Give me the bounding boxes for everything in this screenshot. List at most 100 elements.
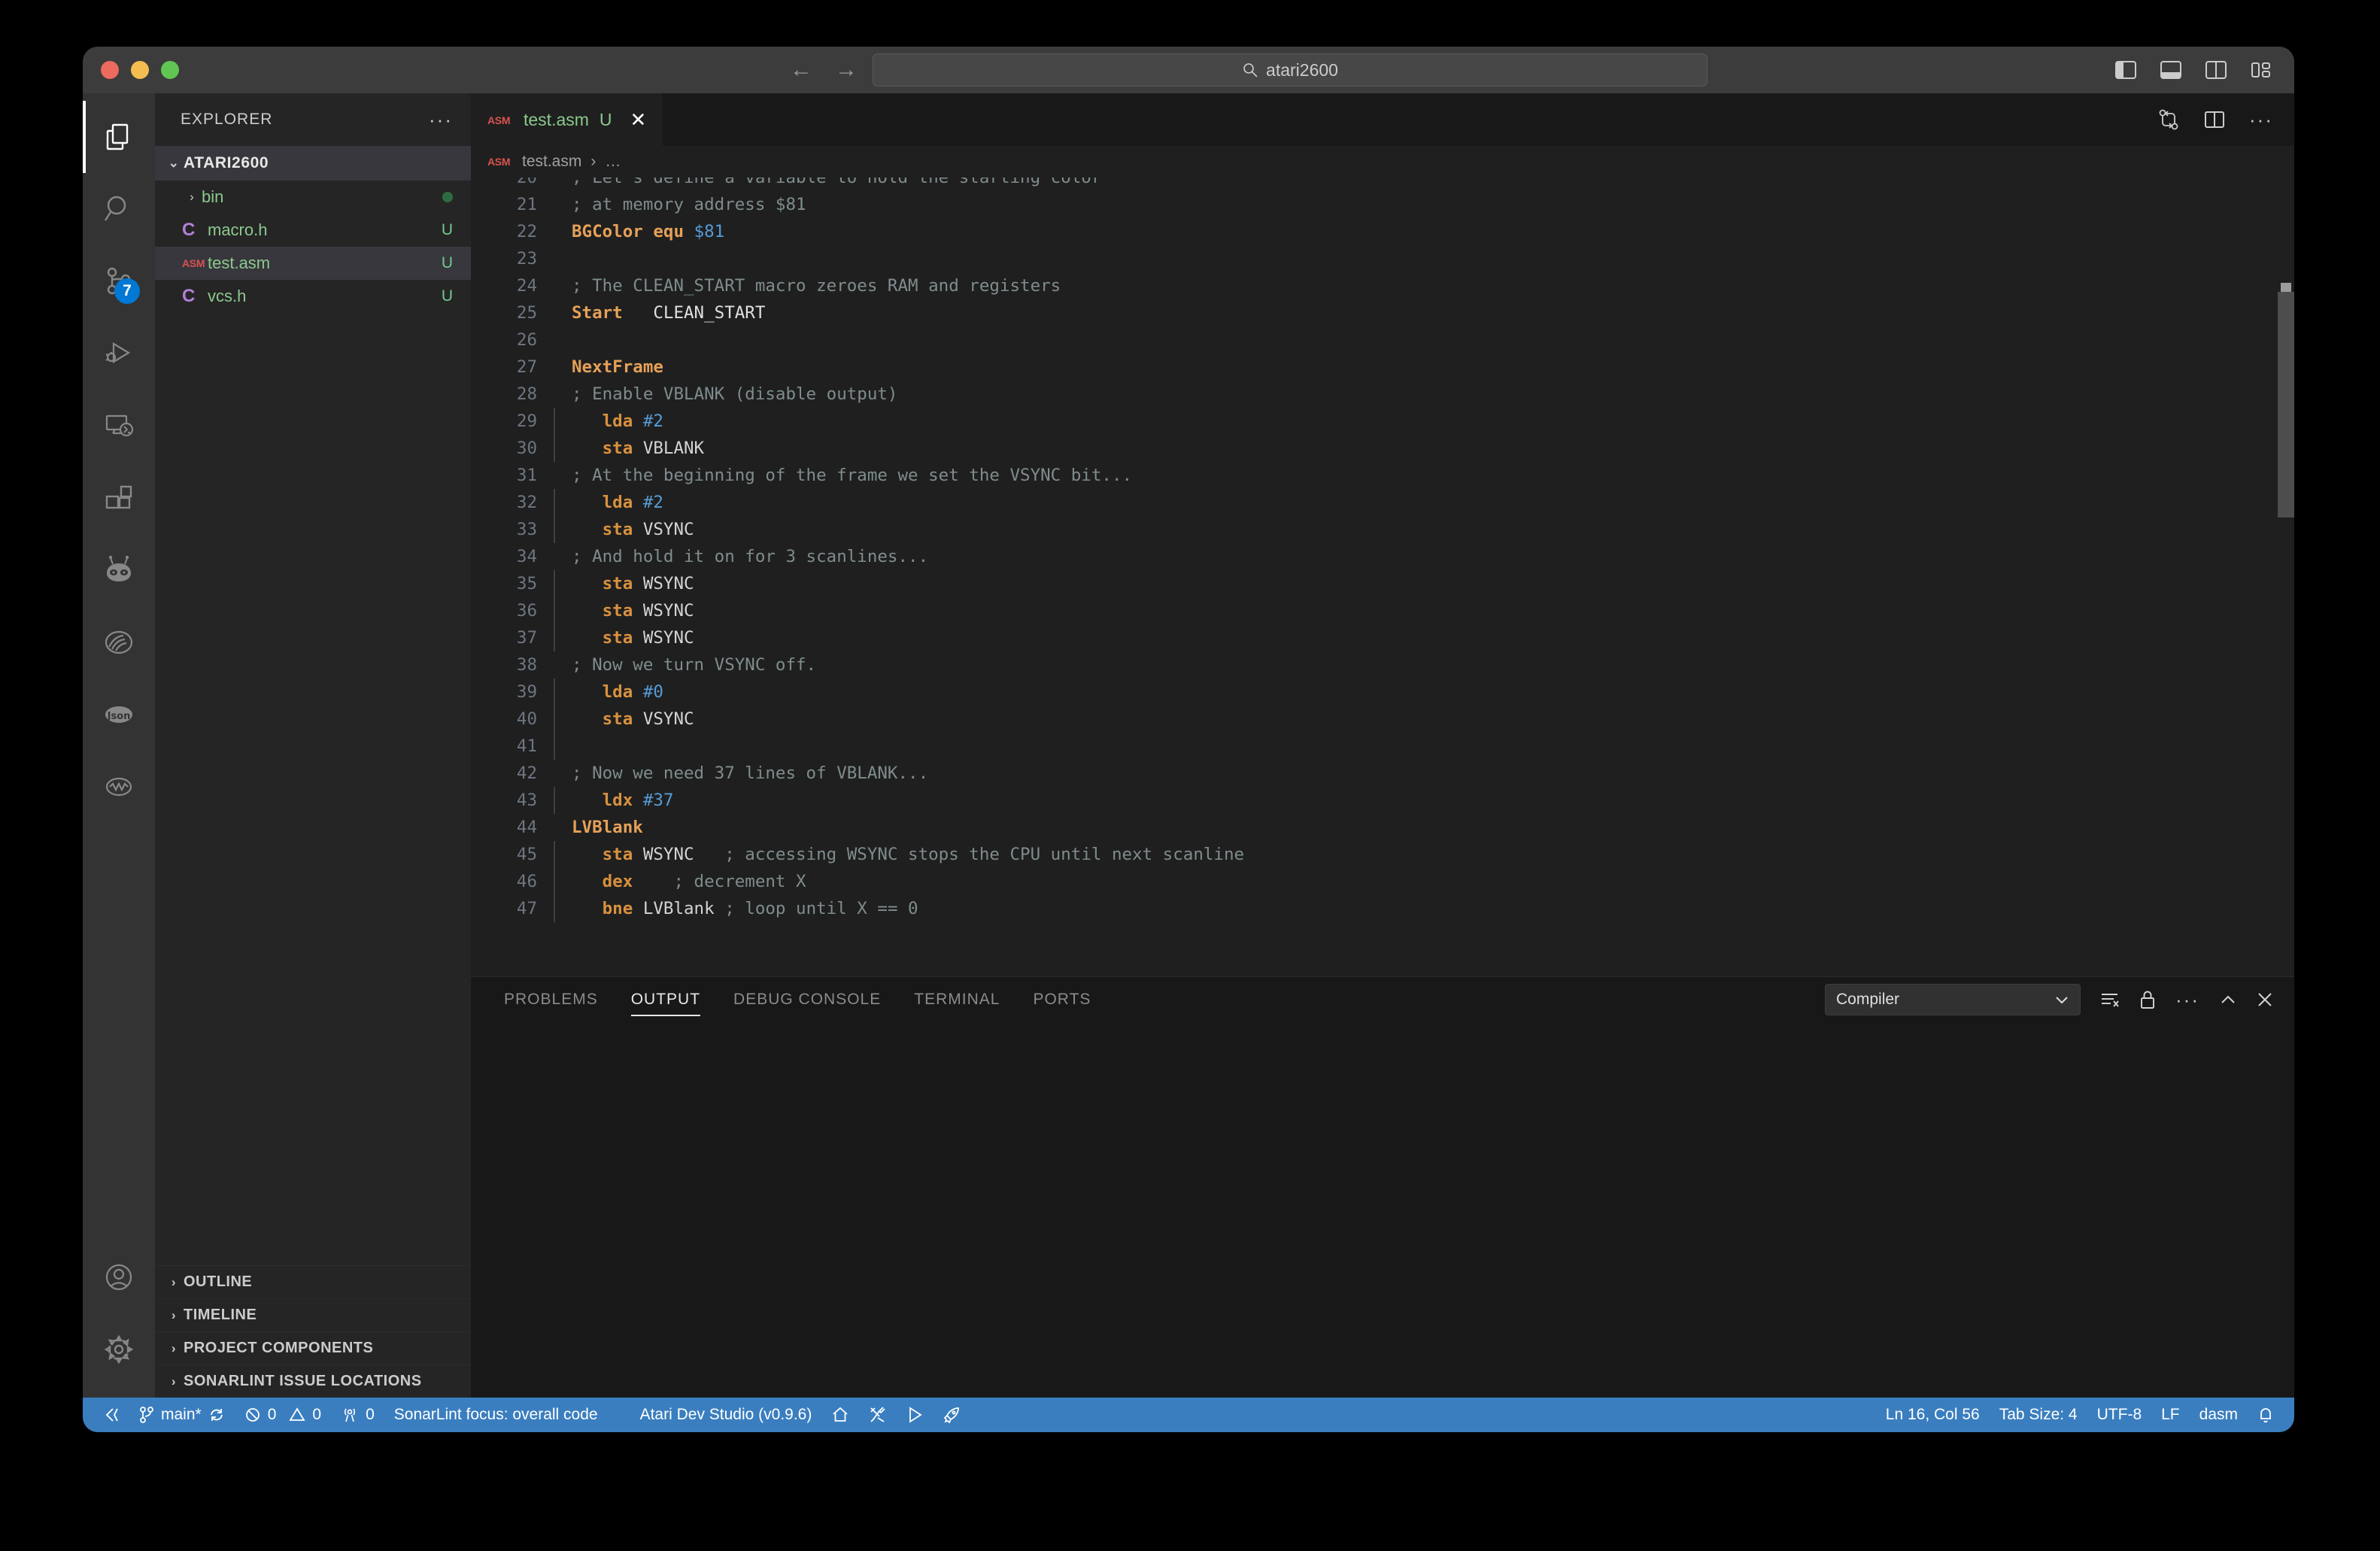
tab-test-asm[interactable]: ASM test.asm U ✕: [471, 93, 663, 146]
notifications-button[interactable]: [2248, 1398, 2284, 1432]
sidebar-item-source-control[interactable]: 7: [83, 245, 155, 317]
file-name: macro.h: [208, 220, 442, 240]
more-actions-icon[interactable]: ···: [2175, 988, 2199, 1012]
clear-output-icon[interactable]: [2100, 991, 2120, 1009]
minimize-window-button[interactable]: [131, 61, 149, 79]
go-forward-icon[interactable]: →: [835, 59, 858, 81]
code-token: ; And hold it on for 3 scanlines...: [572, 547, 928, 566]
lock-scroll-icon[interactable]: [2139, 990, 2156, 1009]
cursor-position-button[interactable]: Ln 16, Col 56: [1876, 1398, 1990, 1432]
asm-file-icon: ASM: [182, 257, 208, 269]
list-item-test-asm[interactable]: ASM test.asm U: [155, 247, 471, 280]
panel-tab-terminal[interactable]: TERMINAL: [914, 977, 1000, 1022]
sync-icon[interactable]: [208, 1407, 225, 1423]
scrollbar-marker: [2281, 283, 2291, 292]
sidebar-item-live-share[interactable]: [83, 606, 155, 678]
git-branch-button[interactable]: main*: [129, 1398, 235, 1432]
warning-count: 0: [312, 1406, 321, 1424]
indent-guide: [554, 326, 555, 354]
code-token: ; loop until X == 0: [715, 899, 918, 918]
problems-button[interactable]: 0 0: [235, 1398, 331, 1432]
explorer-sidebar: EXPLORER ··· ⌄ ATARI2600 › bin C macro.h…: [155, 93, 471, 1398]
output-channel-select[interactable]: Compiler: [1825, 984, 2081, 1015]
sidebar-item-sonarlint[interactable]: [83, 534, 155, 606]
sidebar-section-timeline[interactable]: › TIMELINE: [155, 1298, 471, 1331]
maximize-window-button[interactable]: [161, 61, 179, 79]
settings-button[interactable]: [83, 1313, 155, 1386]
error-count: 0: [268, 1406, 277, 1424]
eol-button[interactable]: LF: [2151, 1398, 2190, 1432]
list-item-vcs-h[interactable]: C vcs.h U: [155, 280, 471, 313]
breadcrumb-file[interactable]: test.asm: [522, 153, 581, 171]
sidebar-item-explorer[interactable]: [83, 101, 155, 173]
atari-run-button[interactable]: [897, 1398, 933, 1432]
code-token: Start: [572, 303, 623, 323]
accounts-button[interactable]: [83, 1241, 155, 1313]
sidebar-item-search[interactable]: [83, 173, 155, 245]
tab-size-button[interactable]: Tab Size: 4: [1990, 1398, 2087, 1432]
panel-tab-ports[interactable]: PORTS: [1033, 977, 1091, 1022]
toggle-panel-icon[interactable]: [2160, 61, 2181, 79]
code-editor[interactable]: 20; Let's define a variable to hold the …: [471, 178, 2294, 976]
code-text: ; Let's define a variable to hold the st…: [555, 178, 1101, 191]
toggle-primary-sidebar-icon[interactable]: [2115, 61, 2136, 79]
panel-tab-output[interactable]: OUTPUT: [631, 977, 700, 1022]
code-text: BGColor equ $81: [555, 218, 724, 245]
sidebar-section-outline[interactable]: › OUTLINE: [155, 1265, 471, 1298]
sidebar-item-audio-tools[interactable]: [83, 751, 155, 823]
editor-scrollbar[interactable]: [2278, 178, 2294, 976]
code-line: 32 lda #2: [471, 489, 2294, 516]
status-bar: main* 0 0: [83, 1398, 2294, 1432]
line-number: 25: [471, 299, 554, 326]
atari-tools-button[interactable]: [859, 1398, 897, 1432]
breadcrumb-more[interactable]: …: [605, 153, 621, 171]
command-center[interactable]: atari2600: [873, 53, 1708, 87]
atari-rocket-button[interactable]: [933, 1398, 970, 1432]
project-folder-row[interactable]: ⌄ ATARI2600: [155, 146, 471, 181]
line-number: 43: [471, 787, 554, 814]
chevron-right-icon: ›: [164, 1308, 184, 1323]
asm-file-icon: ASM: [487, 114, 513, 126]
code-line: 36 sta WSYNC: [471, 597, 2294, 624]
atari-home-button[interactable]: [821, 1398, 859, 1432]
code-text: sta WSYNC ; accessing WSYNC stops the CP…: [555, 841, 1244, 868]
remote-window-button[interactable]: [93, 1398, 129, 1432]
atari-dev-studio-label[interactable]: Atari Dev Studio (v0.9.6): [630, 1398, 822, 1432]
close-window-button[interactable]: [101, 61, 119, 79]
code-line: 47 bne LVBlank ; loop until X == 0: [471, 895, 2294, 922]
panel-tab-debug-console[interactable]: DEBUG CONSOLE: [733, 977, 881, 1022]
sidebar-item-extensions[interactable]: [83, 462, 155, 534]
toggle-secondary-sidebar-icon[interactable]: [2205, 61, 2227, 79]
sidebar-item-run-and-debug[interactable]: [83, 317, 155, 390]
scrollbar-thumb[interactable]: [2278, 292, 2294, 518]
list-item-bin[interactable]: › bin: [155, 181, 471, 214]
line-number: 28: [471, 381, 554, 408]
encoding-button[interactable]: UTF-8: [2087, 1398, 2152, 1432]
radio-tower-button[interactable]: 0: [331, 1398, 384, 1432]
panel-tab-problems[interactable]: PROBLEMS: [504, 977, 598, 1022]
sidebar-more-actions-icon[interactable]: ···: [429, 108, 453, 132]
compare-changes-icon[interactable]: [2157, 108, 2180, 131]
code-token: ; Now we turn VSYNC off.: [572, 655, 816, 675]
close-panel-icon[interactable]: [2257, 991, 2273, 1008]
output-content[interactable]: [471, 1022, 2294, 1398]
sidebar-section-sonarlint-issue-locations[interactable]: › SONARLINT ISSUE LOCATIONS: [155, 1364, 471, 1398]
split-editor-icon[interactable]: [2204, 110, 2225, 129]
code-token: sta: [572, 520, 643, 539]
customize-layout-icon[interactable]: [2251, 61, 2272, 79]
language-mode-button[interactable]: dasm: [2190, 1398, 2248, 1432]
code-line: 28; Enable VBLANK (disable output): [471, 381, 2294, 408]
go-back-icon[interactable]: ←: [790, 59, 812, 81]
sonarlint-focus-button[interactable]: SonarLint focus: overall code: [384, 1398, 608, 1432]
hide-panel-icon[interactable]: [2219, 992, 2237, 1007]
code-token: CLEAN_START: [623, 303, 766, 323]
code-token: dex: [572, 872, 643, 891]
sidebar-item-json-tools[interactable]: Json: [83, 678, 155, 751]
sidebar-item-remote-explorer[interactable]: [83, 390, 155, 462]
more-actions-icon[interactable]: ···: [2249, 108, 2273, 132]
panel-scrollbar[interactable]: [2278, 1022, 2294, 1398]
close-icon[interactable]: ✕: [630, 108, 647, 132]
git-status-badge: U: [442, 287, 453, 305]
sidebar-section-project-components[interactable]: › PROJECT COMPONENTS: [155, 1331, 471, 1364]
list-item-macro-h[interactable]: C macro.h U: [155, 214, 471, 247]
